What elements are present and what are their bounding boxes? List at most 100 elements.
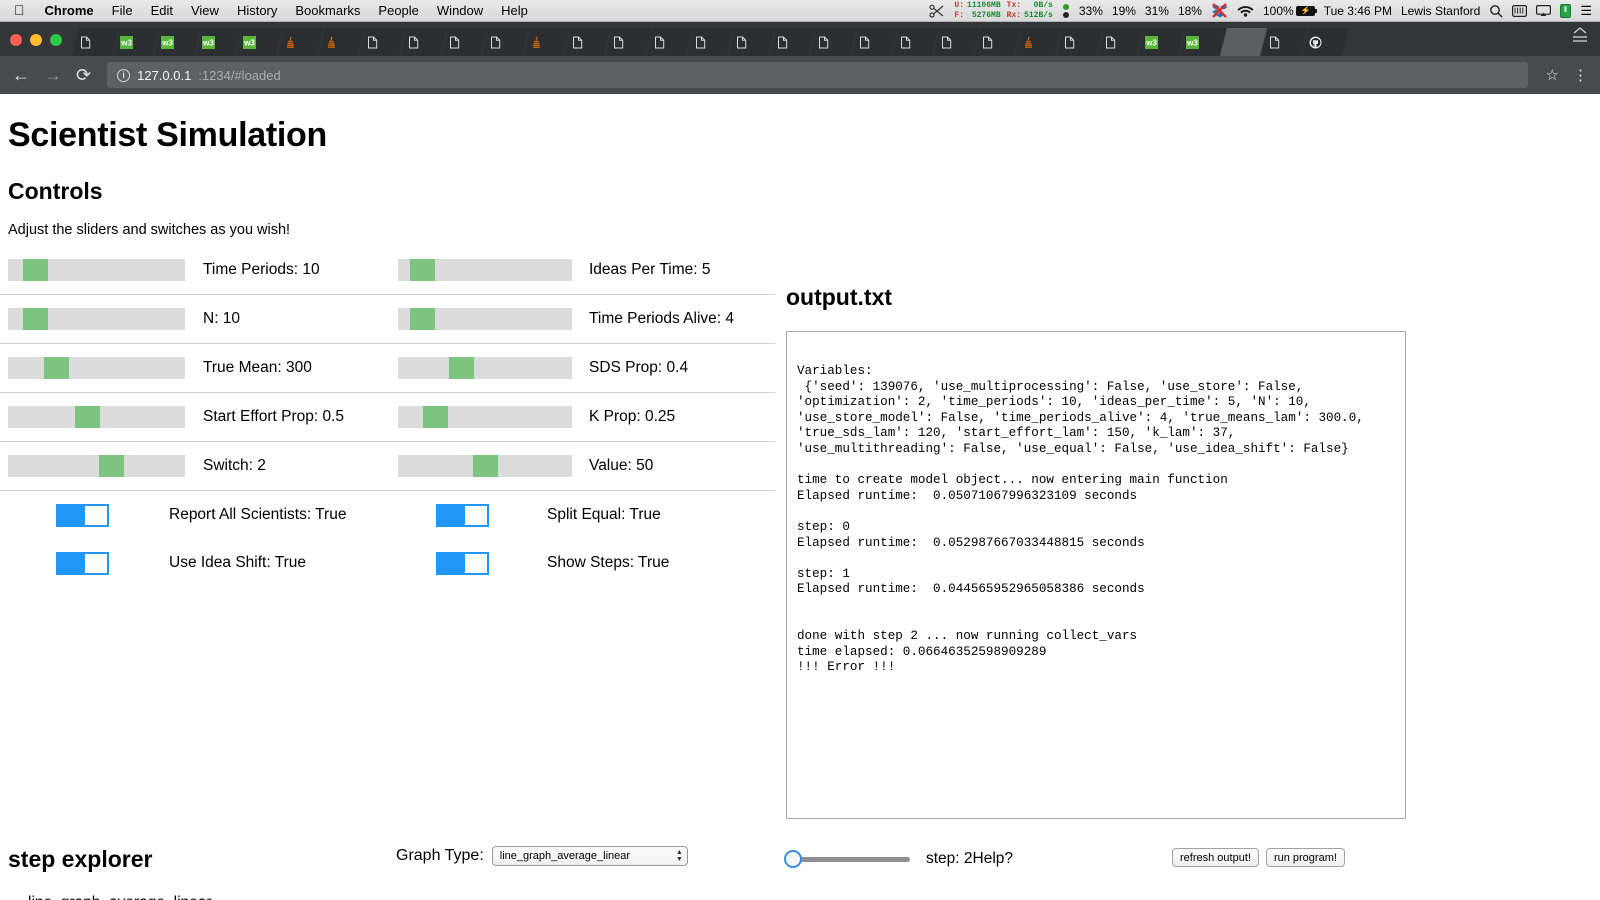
user-name[interactable]: Lewis Stanford [1401,4,1480,18]
step-slider-knob[interactable] [784,849,802,868]
green-power-icon[interactable] [1560,3,1572,18]
output-panel[interactable]: Variables: {'seed': 139076, 'use_multipr… [786,331,1406,819]
tab-item[interactable]: w3H [113,28,160,56]
tab-item[interactable]: T [482,28,529,56]
slider-handle[interactable] [410,308,435,330]
refresh-output-button[interactable]: refresh output! [1172,848,1259,867]
output-heading: output.txt [786,284,893,310]
menu-item-window[interactable]: Window [428,3,492,18]
toggle-row: Report All Scientists: True Split Equal: … [0,491,775,539]
slider-left-2[interactable] [8,357,185,379]
slider-handle[interactable] [410,259,435,281]
slider-left-3[interactable] [8,406,185,428]
reload-icon[interactable]: ⟳ [76,66,91,84]
tab-item[interactable]: T [359,28,406,56]
slider-right-3[interactable] [398,406,572,428]
step-slider[interactable] [784,849,910,868]
menu-item-file[interactable]: File [103,3,142,18]
tab-item[interactable]: w3T [236,28,283,56]
tab-item[interactable]: S [851,28,898,56]
tab-item[interactable]: S [810,28,857,56]
slider-handle[interactable] [449,357,474,379]
slider-left-1[interactable] [8,308,185,330]
wifi-icon[interactable] [1237,4,1254,17]
tab-item[interactable]: S [1097,28,1144,56]
menu-item-history[interactable]: History [228,3,286,18]
menu-item-bookmarks[interactable]: Bookmarks [286,3,369,18]
slider-label: True Mean: 300 [203,359,312,376]
tab-item[interactable]: w3T [1179,28,1226,56]
search-icon[interactable] [1489,4,1503,18]
tab-item[interactable]: S [933,28,980,56]
tab-item[interactable]: T [605,28,652,56]
tab-item[interactable]: ja [318,28,365,56]
slider-right-0[interactable] [398,259,572,281]
tab-item[interactable]: h [277,28,324,56]
slider-left-4[interactable] [8,455,185,477]
tab-item[interactable]: T [441,28,488,56]
toggle-switch[interactable] [436,551,489,575]
slider-right-1[interactable] [398,308,572,330]
tab-item[interactable]: S [892,28,939,56]
minimize-window-button[interactable] [30,34,42,46]
tab-item[interactable]: T [564,28,611,56]
clock[interactable]: Tue 3:46 PM [1324,4,1392,18]
menu-item-view[interactable]: View [182,3,228,18]
slider-left-0[interactable] [8,259,185,281]
slider-handle[interactable] [423,406,448,428]
toggle-switch[interactable] [56,551,109,575]
slider-row: Start Effort Prop: 0.5 K Prop: 0.25 [0,393,775,442]
tab-item[interactable]: T [687,28,734,56]
tab-item[interactable]: w3H [195,28,242,56]
maximize-window-button[interactable] [50,34,62,46]
tab-item[interactable]: h [1015,28,1062,56]
slider-right-2[interactable] [398,357,572,379]
slider-handle[interactable] [473,455,498,477]
slider-label: Value: 50 [589,457,654,474]
slider-handle[interactable] [44,357,69,379]
tab-item[interactable]: w3H [154,28,201,56]
tab-item[interactable]: c [523,28,570,56]
airplay-icon[interactable] [1536,4,1552,17]
tab-item[interactable]: S [1056,28,1103,56]
slider-right-4[interactable] [398,455,572,477]
toggle-row: Use Idea Shift: True Show Steps: True [0,539,775,587]
tab-active[interactable]: Sc✕ [1220,28,1267,56]
tab-item[interactable]: T [72,28,119,56]
run-program-button[interactable]: run program! [1265,848,1345,867]
kebab-menu-icon[interactable]: ⋮ [1573,66,1588,84]
forward-arrow-icon[interactable]: → [44,66,62,84]
info-icon[interactable]: i [117,68,131,82]
tab-item[interactable]: S [728,28,775,56]
tab-item[interactable]: N [1302,28,1349,56]
tab-strip-overflow[interactable] [1564,26,1600,56]
slider-handle[interactable] [75,406,100,428]
tab-item[interactable]: S [974,28,1021,56]
menu-item-chrome[interactable]: Chrome [36,3,103,18]
toggle-switch[interactable] [436,503,489,527]
graph-type-select[interactable]: line_graph_average_linear ▲ ▼ [491,846,688,866]
menu-item-people[interactable]: People [369,3,427,18]
bookmark-star-icon[interactable]: ☆ [1546,66,1559,84]
battery-indicator[interactable]: 100% ⚡ [1263,4,1317,18]
step-slider-control: step: 2Help? [784,849,1013,868]
tab-item[interactable]: w3H [1138,28,1185,56]
keyboard-icon[interactable] [1512,4,1528,17]
slider-handle[interactable] [23,259,48,281]
menu-item-edit[interactable]: Edit [142,3,182,18]
tab-item[interactable]: 1 [1261,28,1308,56]
control-center-icon[interactable]: ☰ [1580,3,1592,19]
close-window-button[interactable] [10,34,22,46]
toggle-switch[interactable] [56,503,109,527]
tab-item[interactable]: T [400,28,447,56]
apple-icon[interactable]:  [6,3,36,19]
tab-item[interactable]: S [769,28,816,56]
scissors-icon[interactable] [929,4,945,18]
menu-item-help[interactable]: Help [492,3,537,18]
slider-handle[interactable] [99,455,124,477]
slider-handle[interactable] [23,308,48,330]
back-arrow-icon[interactable]: ← [12,66,30,84]
tab-item[interactable]: T [646,28,693,56]
address-bar[interactable]: i 127.0.0.1:1234/#loaded [107,62,1528,88]
dropbox-offline-icon[interactable] [1211,3,1228,18]
